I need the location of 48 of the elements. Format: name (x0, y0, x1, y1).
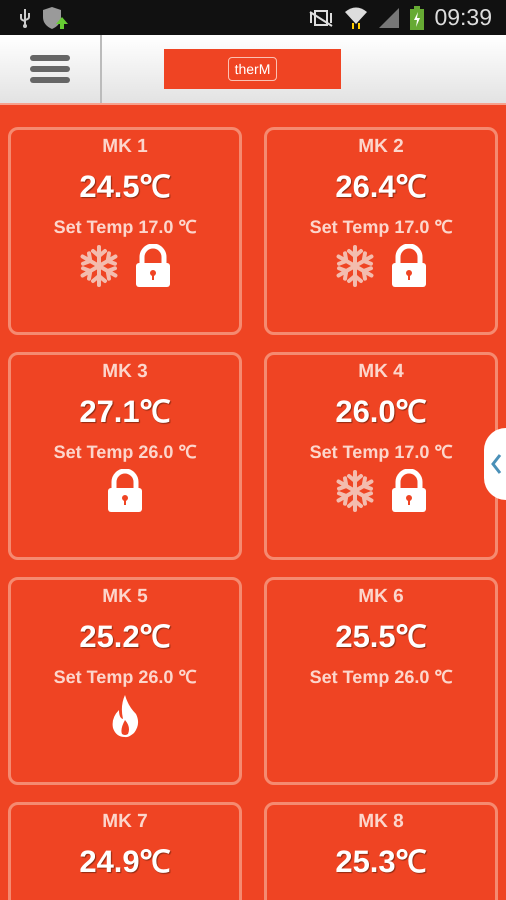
wifi-icon (344, 6, 368, 30)
current-temperature: 26.0℃ (335, 393, 427, 431)
set-temperature: Set Temp 17.0 ℃ (310, 441, 452, 463)
battery-icon (410, 6, 424, 30)
set-temperature: Set Temp 26.0 ℃ (54, 441, 196, 463)
clock: 09:39 (434, 4, 492, 31)
shield-icon (42, 6, 68, 30)
current-temperature: 27.1℃ (79, 393, 171, 431)
zone-name: MK 5 (102, 586, 148, 608)
zone-name: MK 7 (102, 811, 148, 833)
set-temperature: Set Temp 26.0 ℃ (54, 666, 196, 688)
flame-icon (110, 694, 140, 738)
zone-name: MK 1 (102, 136, 148, 158)
menu-icon (30, 54, 70, 84)
usb-icon (18, 8, 32, 28)
zone-card[interactable]: MK 7 24.9℃ (8, 802, 242, 900)
current-temperature: 26.4℃ (335, 168, 427, 206)
zone-name: MK 6 (358, 586, 404, 608)
current-temperature: 25.2℃ (79, 618, 171, 656)
padlock-icon (390, 469, 428, 513)
current-temperature: 24.5℃ (79, 168, 171, 206)
logo: therM (228, 57, 278, 81)
padlock-icon (106, 469, 144, 513)
current-temperature: 25.3℃ (335, 843, 427, 881)
zone-card[interactable]: MK 5 25.2℃ Set Temp 26.0 ℃ (8, 577, 242, 785)
set-temperature: Set Temp 17.0 ℃ (310, 216, 452, 238)
zone-card[interactable]: MK 6 25.5℃ Set Temp 26.0 ℃ (264, 577, 498, 785)
zone-card[interactable]: MK 3 27.1℃ Set Temp 26.0 ℃ (8, 352, 242, 560)
set-temperature: Set Temp 17.0 ℃ (54, 216, 196, 238)
current-temperature: 25.5℃ (335, 618, 427, 656)
zone-card[interactable]: MK 2 26.4℃ Set Temp 17.0 ℃ (264, 127, 498, 335)
snowflake-icon (334, 245, 376, 287)
padlock-icon (390, 244, 428, 288)
zone-name: MK 3 (102, 361, 148, 383)
zone-name: MK 8 (358, 811, 404, 833)
current-temperature: 24.9℃ (79, 843, 171, 881)
zone-name: MK 4 (358, 361, 404, 383)
padlock-icon (134, 244, 172, 288)
zone-name: MK 2 (358, 136, 404, 158)
zone-card[interactable]: MK 1 24.5℃ Set Temp 17.0 ℃ (8, 127, 242, 335)
chevron-left-icon (490, 453, 502, 475)
vibrate-off-icon (308, 8, 334, 28)
zone-card[interactable]: MK 4 26.0℃ Set Temp 17.0 ℃ (264, 352, 498, 560)
signal-icon (378, 6, 400, 28)
zone-card[interactable]: MK 8 25.3℃ (264, 802, 498, 900)
snowflake-icon (78, 245, 120, 287)
snowflake-icon (334, 470, 376, 512)
set-temperature: Set Temp 26.0 ℃ (310, 666, 452, 688)
